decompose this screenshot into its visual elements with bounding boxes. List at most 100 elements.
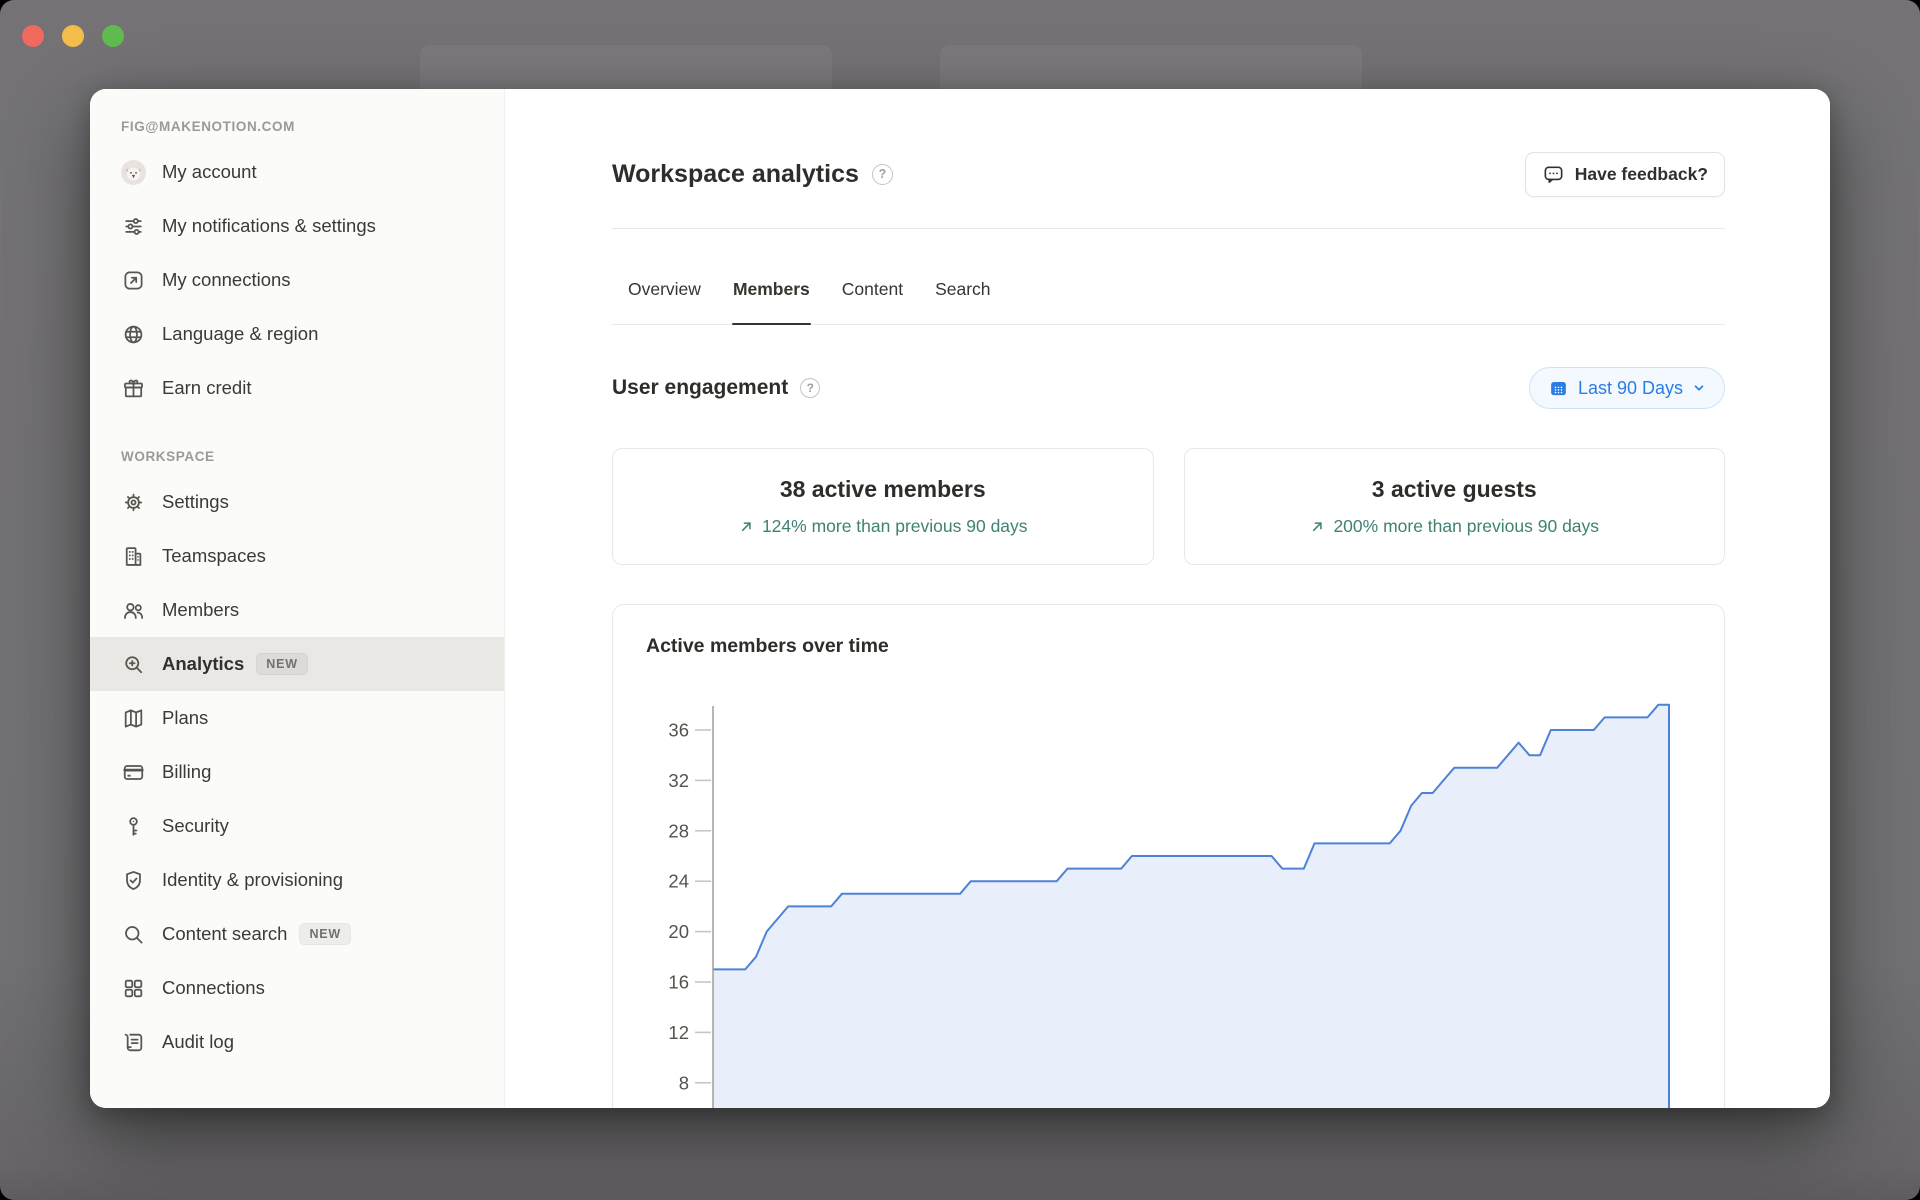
sliders-icon [120,213,147,240]
new-badge: NEW [299,923,352,945]
sidebar-item-label: My connections [162,269,291,291]
sidebar-item-teamspaces[interactable]: Teamspaces [90,529,504,583]
analytics-tabs: Overview Members Content Search [612,255,1725,325]
credit-card-icon [120,759,147,786]
tab-label: Search [935,279,991,299]
trend-up-icon [738,518,755,535]
tab-label: Content [841,279,904,299]
grid-icon [120,975,147,1002]
tick-label: 12 [668,1022,689,1043]
date-range-button[interactable]: Last 90 Days [1528,367,1725,409]
active-guests-delta-text: 200% more than previous 90 days [1333,516,1600,536]
search-icon [120,921,147,948]
tick-label: 16 [668,971,689,992]
new-badge: NEW [256,653,308,675]
tick-label: 32 [668,770,689,791]
background-window-edge [420,45,832,91]
sidebar-item-label: My notifications & settings [162,215,376,237]
active-guests-card: 3 active guests 200% more than previous … [1183,448,1725,565]
sidebar-item-connections[interactable]: Connections [90,961,504,1015]
engagement-header: User engagement ? Last 90 Days [612,365,1725,411]
sidebar-item-label: Earn credit [162,377,252,399]
tab-members[interactable]: Members [731,255,811,325]
active-guests-value: 3 active guests [1371,476,1537,502]
sidebar-item-my-notifications-settings[interactable]: My notifications & settings [90,199,504,253]
workspace-section-label: WORKSPACE [121,449,215,464]
page-title: Workspace analytics [612,159,859,188]
active-members-delta: 124% more than previous 90 days [738,516,1028,537]
sidebar-item-label: My account [162,161,257,183]
sidebar-item-label: Settings [162,491,229,513]
key-icon [120,813,147,840]
workspace-nav: Settings Teamspaces Members Analytics NEW Pla… [90,475,504,1069]
window-close-button[interactable] [22,25,44,47]
active-members-card: 38 active members 124% more than previou… [612,448,1154,565]
sidebar-item-label: Billing [162,761,212,783]
page-header: Workspace analytics ? Have feedback? [612,149,1725,199]
sidebar-item-label: Analytics [162,653,245,675]
sidebar-item-billing[interactable]: Billing [90,745,504,799]
tab-overview[interactable]: Overview [627,255,702,324]
settings-sidebar: FIG@MAKENOTION.COM My account My notifica… [90,89,505,1108]
have-feedback-button[interactable]: Have feedback? [1524,151,1725,197]
sidebar-item-my-connections[interactable]: My connections [90,253,504,307]
active-members-delta-text: 124% more than previous 90 days [761,516,1028,536]
arrow-up-right-square-icon [120,267,147,294]
tick-label: 8 [679,1072,689,1093]
sidebar-item-identity-provisioning[interactable]: Identity & provisioning [90,853,504,907]
active-members-value: 38 active members [779,476,986,502]
tab-content[interactable]: Content [841,255,904,324]
tick-label: 20 [668,921,689,942]
shield-check-icon [120,867,147,894]
sidebar-item-label: Language & region [162,323,319,345]
sidebar-item-my-account[interactable]: My account [90,145,504,199]
speech-bubble-icon [1542,163,1565,186]
tick-label: 28 [668,820,689,841]
gear-icon [120,489,147,516]
sidebar-item-plans[interactable]: Plans [90,691,504,745]
account-nav: My account My notifications & settings My … [90,145,504,415]
account-email-label: FIG@MAKENOTION.COM [121,119,295,134]
window-zoom-button[interactable] [102,25,124,47]
people-icon [120,597,147,624]
tick-label: 24 [668,871,689,892]
active-members-area-chart: 36 32 28 24 20 16 12 8 [668,703,1670,1108]
sidebar-item-label: Plans [162,707,209,729]
macos-window: FIG@MAKENOTION.COM My account My notifica… [0,0,1920,1200]
help-icon[interactable]: ? [871,163,893,185]
help-icon[interactable]: ? [800,378,821,398]
sidebar-item-content-search[interactable]: Content search NEW [90,907,504,961]
sidebar-item-label: Identity & provisioning [162,869,343,891]
tick-label: 36 [668,719,689,740]
have-feedback-label: Have feedback? [1574,163,1708,184]
chevron-down-icon [1692,381,1706,395]
window-minimize-button[interactable] [62,25,84,47]
avatar [120,159,147,186]
trend-up-icon [1309,518,1326,535]
window-controls [22,25,124,47]
sidebar-item-members[interactable]: Members [90,583,504,637]
analytics-main: Workspace analytics ? Have feedback? Ove… [505,89,1830,1108]
building-icon [120,543,147,570]
sidebar-item-label: Teamspaces [162,545,266,567]
header-divider [612,228,1725,229]
magnifier-plus-icon [120,651,147,678]
sidebar-item-security[interactable]: Security [90,799,504,853]
settings-dialog: FIG@MAKENOTION.COM My account My notifica… [90,89,1830,1108]
sidebar-item-label: Audit log [162,1031,234,1053]
sidebar-item-analytics[interactable]: Analytics NEW [90,637,504,691]
engagement-stat-cards: 38 active members 124% more than previou… [612,448,1725,565]
sidebar-item-earn-credit[interactable]: Earn credit [90,361,504,415]
gift-icon [120,375,147,402]
tab-search[interactable]: Search [934,255,991,324]
chart-area-fill [713,704,1669,1108]
sidebar-item-language-region[interactable]: Language & region [90,307,504,361]
map-icon [120,705,147,732]
active-guests-delta: 200% more than previous 90 days [1309,516,1599,537]
sidebar-item-audit-log[interactable]: Audit log [90,1015,504,1069]
sidebar-item-settings[interactable]: Settings [90,475,504,529]
sidebar-item-label: Connections [162,977,265,999]
y-axis-ticks: 36 32 28 24 20 16 12 8 [668,719,711,1093]
sidebar-item-label: Content search [162,923,288,945]
background-window-edge [940,45,1362,91]
